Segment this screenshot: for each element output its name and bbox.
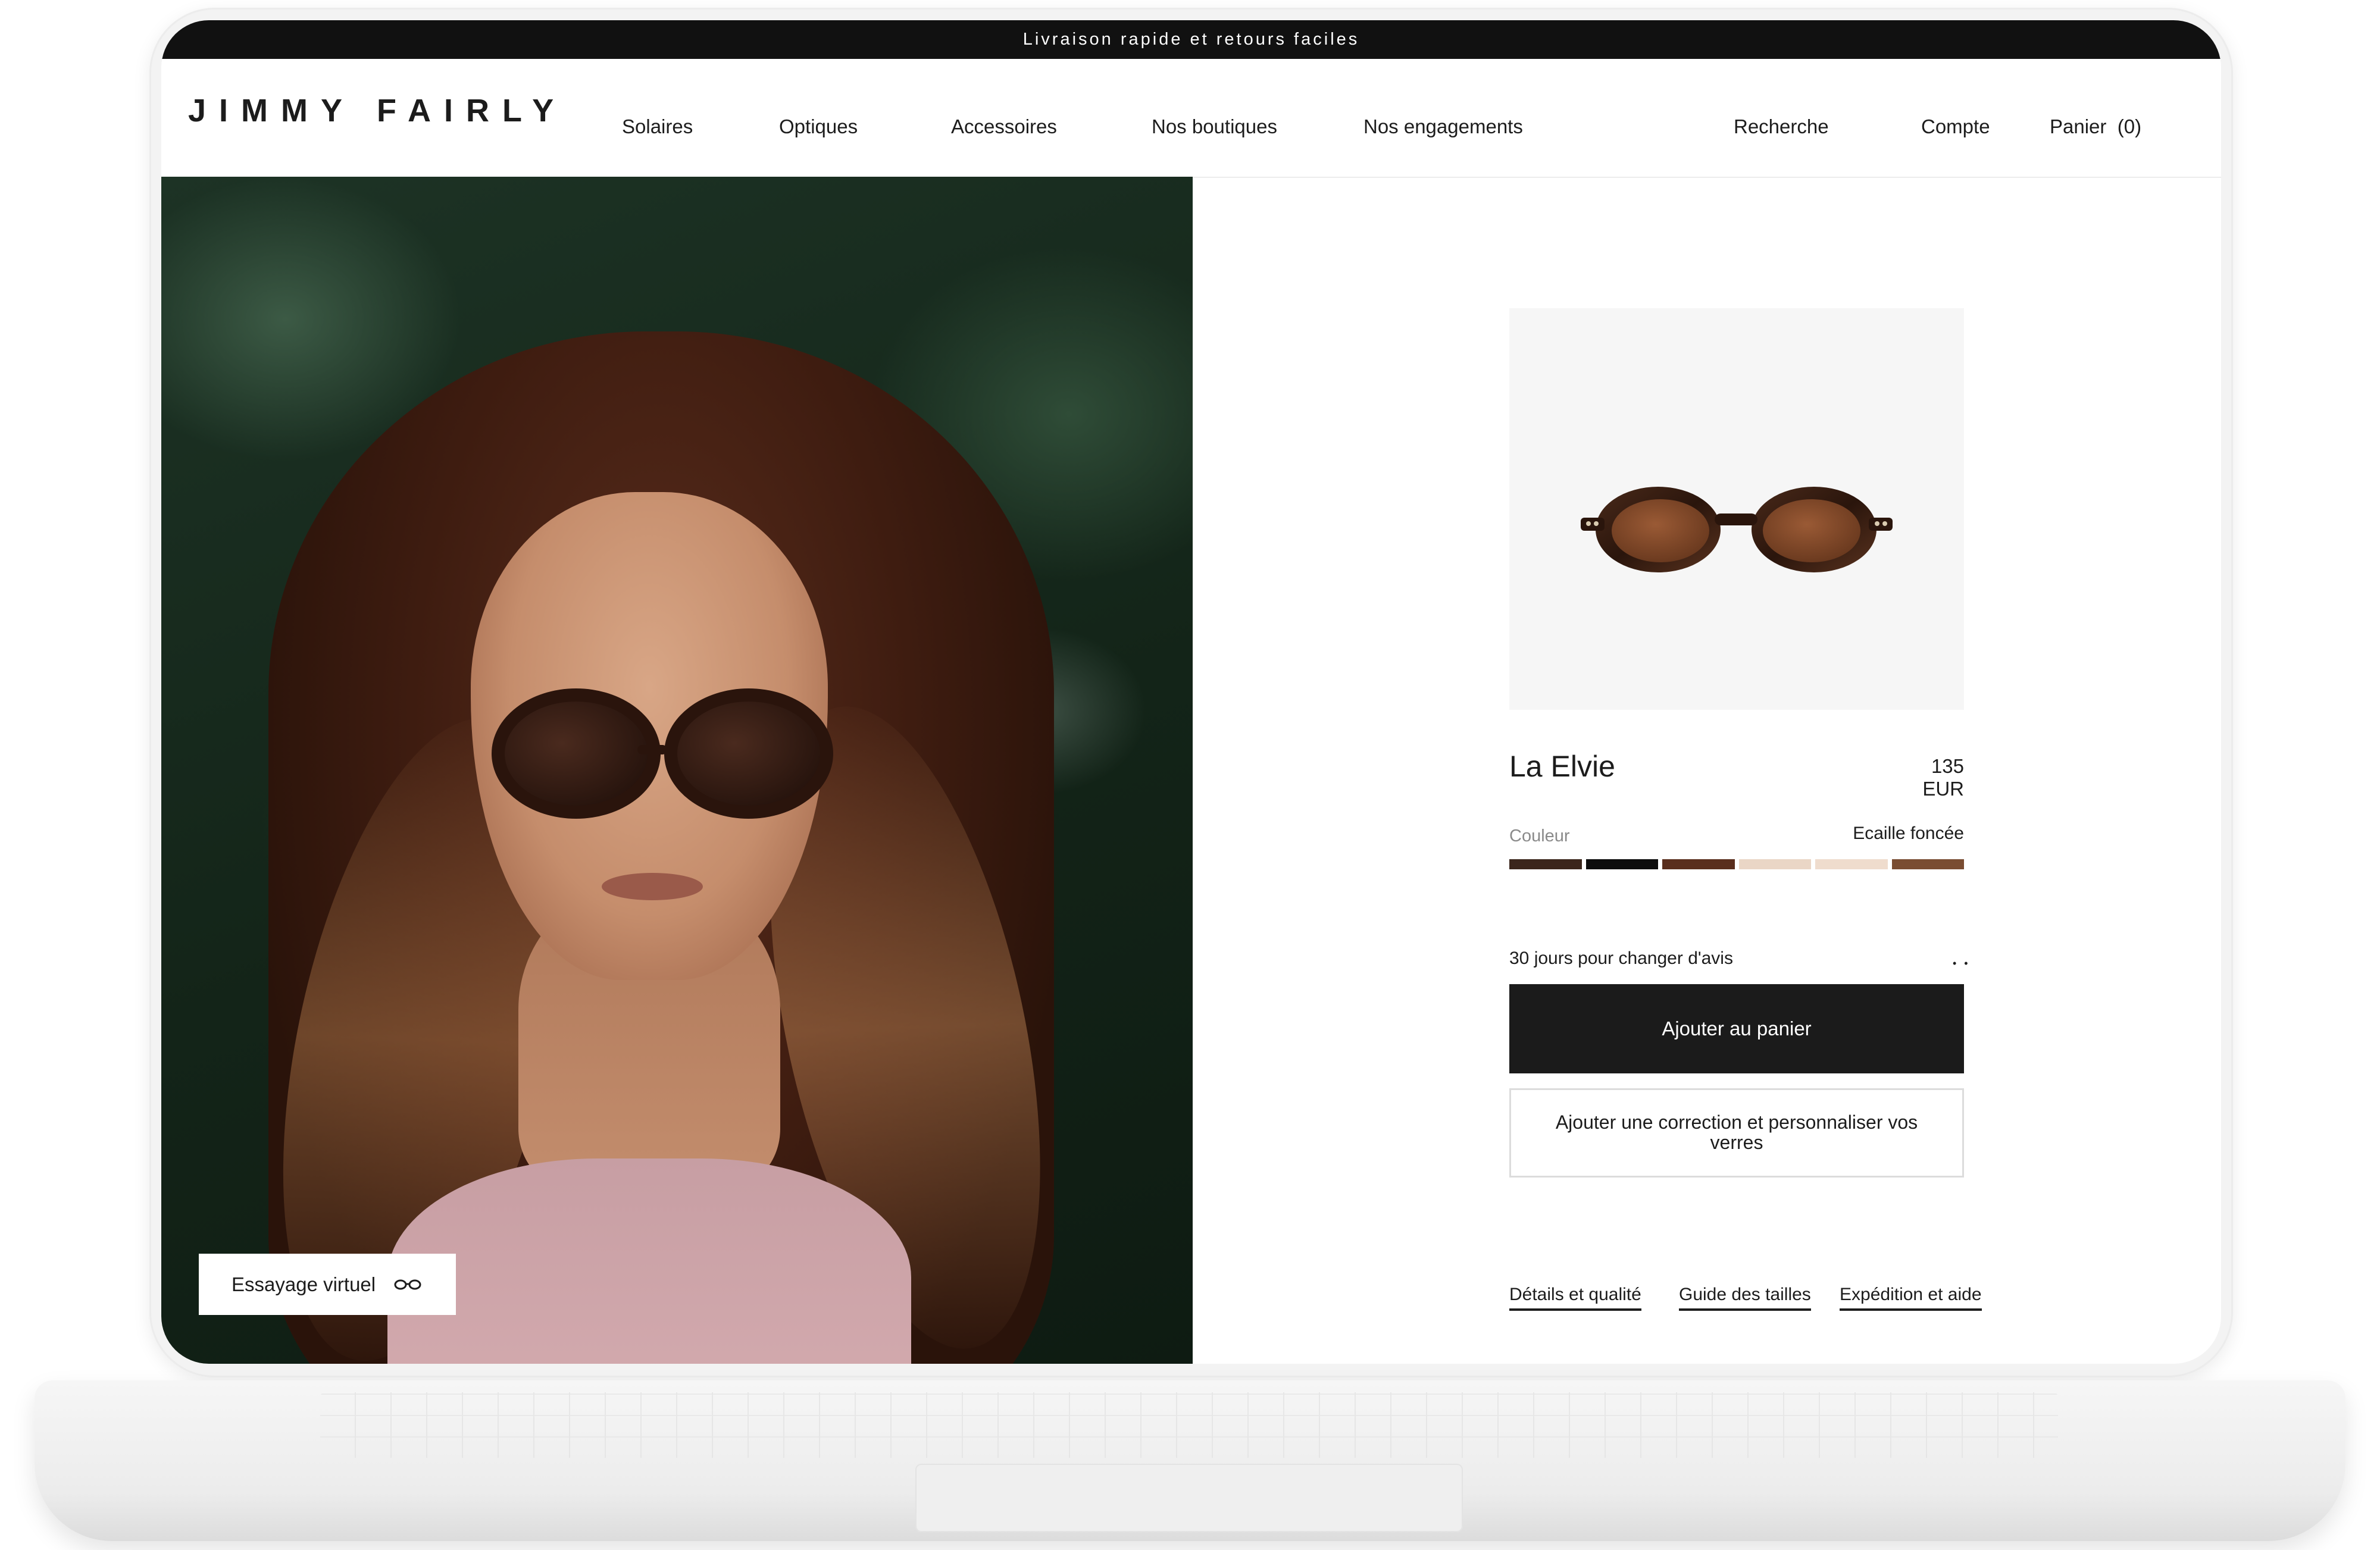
nav-optiques[interactable]: Optiques: [779, 115, 858, 138]
logo[interactable]: JIMMY FAIRLY: [188, 92, 567, 129]
product-image[interactable]: [1509, 308, 1964, 710]
sunglasses-icon: [1581, 487, 1893, 572]
color-swatch[interactable]: [1738, 859, 1811, 869]
keyboard: [320, 1392, 2058, 1458]
announcement-bar: Livraison rapide et retours faciles: [161, 20, 2221, 59]
carousel-dots[interactable]: • •: [1953, 957, 1971, 970]
link-size-guide[interactable]: Guide des tailles: [1679, 1285, 1811, 1311]
returns-policy-text: 30 jours pour changer d'avis: [1509, 948, 1733, 968]
laptop-base: [35, 1380, 2345, 1541]
color-swatch[interactable]: [1509, 859, 1582, 869]
product-name: La Elvie: [1509, 750, 1615, 783]
search-link[interactable]: Recherche: [1734, 115, 1829, 138]
sunglass-bridge: [637, 745, 667, 754]
sunglass-lens-left: [492, 688, 661, 819]
browser-screen: Livraison rapide et retours faciles JIMM…: [161, 20, 2221, 1364]
color-swatch[interactable]: [1585, 859, 1658, 869]
glasses-icon: [394, 1279, 421, 1289]
announcement-text: Livraison rapide et retours faciles: [1022, 30, 1360, 49]
link-shipping-help[interactable]: Expédition et aide: [1840, 1285, 1982, 1311]
nav-nos-boutiques[interactable]: Nos boutiques: [1152, 115, 1277, 138]
garment-shape: [387, 1158, 911, 1364]
account-link[interactable]: Compte: [1921, 115, 1990, 138]
nav-solaires[interactable]: Solaires: [622, 115, 693, 138]
cart-link[interactable]: Panier (0): [2050, 115, 2141, 138]
site-header: JIMMY FAIRLY Solaires Optiques Accessoir…: [161, 59, 2221, 178]
add-to-cart-button[interactable]: Ajouter au panier: [1509, 984, 1964, 1073]
nav-nos-engagements[interactable]: Nos engagements: [1363, 115, 1523, 138]
color-value: Ecaille foncée: [1853, 823, 1964, 843]
add-correction-button[interactable]: Ajouter une correction et personnaliser …: [1509, 1088, 1964, 1178]
add-to-cart-label: Ajouter au panier: [1662, 1017, 1812, 1039]
virtual-try-on-label: Essayage virtuel: [232, 1273, 376, 1295]
add-correction-label: Ajouter une correction et personnaliser …: [1555, 1111, 1918, 1153]
hero-photo: Essayage virtuel: [161, 177, 1193, 1364]
color-swatch[interactable]: [1662, 859, 1735, 869]
nav-accessoires[interactable]: Accessoires: [951, 115, 1057, 138]
color-swatch[interactable]: [1891, 859, 1964, 869]
sunglass-lens-right: [664, 688, 833, 819]
color-label: Couleur: [1509, 826, 1570, 846]
trackpad: [915, 1464, 1463, 1532]
virtual-try-on-button[interactable]: Essayage virtuel: [199, 1254, 456, 1315]
link-details-quality[interactable]: Détails et qualité: [1509, 1285, 1641, 1311]
color-swatches: [1509, 859, 1964, 869]
lips-shape: [602, 873, 703, 900]
color-swatch[interactable]: [1815, 859, 1888, 869]
product-price: 135 EUR: [1922, 755, 1964, 800]
